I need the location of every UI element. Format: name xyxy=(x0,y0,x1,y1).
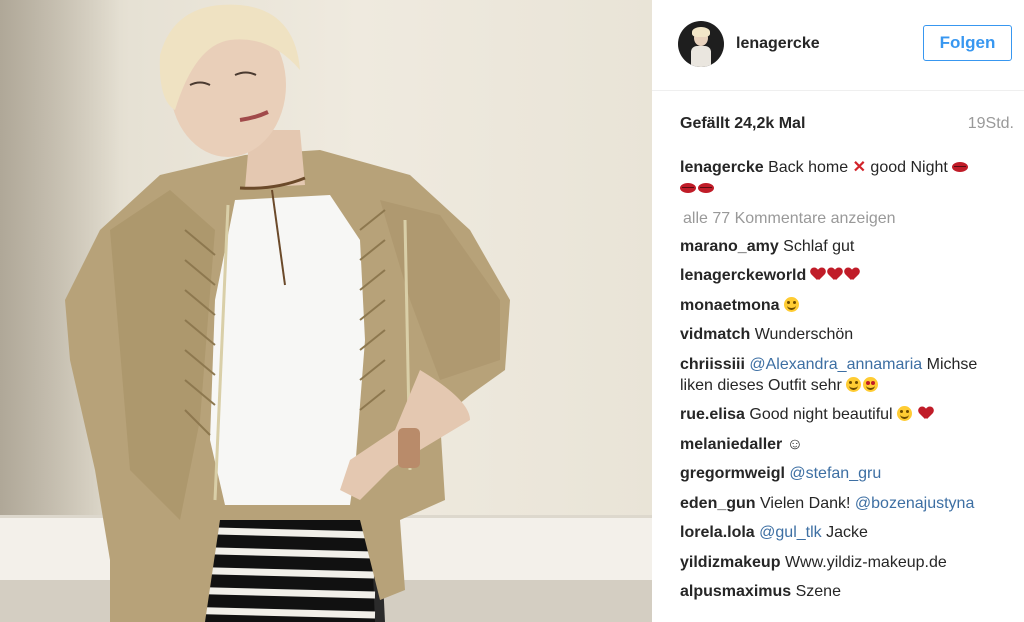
comment-text: Www.yildiz-makeup.de xyxy=(784,553,947,571)
caption-username[interactable]: lenagercke xyxy=(680,159,764,176)
kiss-mark-icon xyxy=(698,183,714,193)
post-sidebar: lenagercke Folgen Gefällt 24,2k Mal 19St… xyxy=(652,0,1024,622)
comment-text: ☺ xyxy=(786,435,804,453)
comment-username[interactable]: chriissiii xyxy=(680,356,745,373)
comment-item: chriissiii @Alexandra_annamaria Michse l… xyxy=(680,354,1014,396)
red-heart-icon xyxy=(845,268,859,281)
post-username[interactable]: lenagercke xyxy=(736,35,820,53)
comment-text: Good night beautiful xyxy=(749,406,893,423)
caption-text-2: good Night xyxy=(870,159,948,176)
view-all-comments-link[interactable]: alle 77 Kommentare anzeigen xyxy=(683,208,1014,229)
avatar-hair xyxy=(692,27,710,37)
comment-item: monaetmona xyxy=(680,295,1014,316)
comment-username[interactable]: vidmatch xyxy=(680,326,750,343)
comment-text: Jacke xyxy=(826,524,868,541)
comment-username[interactable]: lenagerckeworld xyxy=(680,267,806,284)
comment-username[interactable]: melaniedaller xyxy=(680,436,782,453)
comment-item: melaniedaller ☺ xyxy=(680,434,1014,455)
comment-username[interactable]: alpusmaximus xyxy=(680,583,791,600)
caption-text-1: Back home xyxy=(768,159,849,176)
broken-heart-icon xyxy=(919,407,933,420)
post-header: lenagercke Folgen xyxy=(652,0,1024,91)
comment-item: eden_gun Vielen Dank! @bozenajustyna xyxy=(680,493,1014,514)
comment-text: Vielen Dank! xyxy=(760,494,851,512)
red-heart-icon xyxy=(828,268,842,281)
comment-username[interactable]: lorela.lola xyxy=(680,524,755,541)
comment-text: Schlaf gut xyxy=(783,237,855,255)
comment-mention[interactable]: @bozenajustyna xyxy=(855,495,974,512)
comment-username[interactable]: eden_gun xyxy=(680,495,756,512)
post-time[interactable]: 19Std. xyxy=(968,115,1014,133)
kiss-mark-icon xyxy=(680,183,696,193)
comment-username[interactable]: yildizmakeup xyxy=(680,554,780,571)
comment-username[interactable]: marano_amy xyxy=(680,238,779,255)
avatar-body xyxy=(691,46,711,67)
comment-mention[interactable]: @gul_tlk xyxy=(759,524,822,541)
comment-text: Szene xyxy=(795,583,841,600)
caption: lenagercke Back home ✕ good Night xyxy=(680,157,1014,199)
heart-eyes-icon xyxy=(863,376,879,392)
post-photo[interactable] xyxy=(0,0,652,622)
comments-list: lenagercke Back home ✕ good Night alle 7… xyxy=(680,157,1014,611)
comment-item: lenagerckeworld xyxy=(680,265,1014,286)
comment-item: rue.elisa Good night beautiful xyxy=(680,404,1014,425)
person-illustration xyxy=(65,4,510,622)
comment-username[interactable]: monaetmona xyxy=(680,297,780,314)
comment-item: yildizmakeup Www.yildiz-makeup.de xyxy=(680,552,1014,573)
comment-username[interactable]: gregormweigl xyxy=(680,465,785,482)
smiley-icon xyxy=(846,376,862,392)
comment-mention[interactable]: @stefan_gru xyxy=(789,465,881,482)
comment-item: gregormweigl @stefan_gru xyxy=(680,463,1014,484)
avatar[interactable] xyxy=(678,21,724,67)
comment-text: Wunderschön xyxy=(754,326,854,343)
kiss-mark-icon xyxy=(952,162,969,172)
comment-item: alpusmaximus Szene xyxy=(680,581,1014,602)
comment-item: marano_amy Schlaf gut xyxy=(680,236,1014,257)
follow-button[interactable]: Folgen xyxy=(923,25,1012,61)
comment-mention[interactable]: @Alexandra_annamaria xyxy=(749,356,922,373)
smiley-icon xyxy=(897,406,913,421)
likes-count[interactable]: Gefällt 24,2k Mal xyxy=(680,115,805,133)
comment-username[interactable]: rue.elisa xyxy=(680,406,745,423)
red-heart-icon xyxy=(811,268,825,281)
cross-mark-icon: ✕ xyxy=(852,159,866,176)
smiley-icon xyxy=(784,296,800,312)
comment-item: vidmatch Wunderschön xyxy=(680,324,1014,345)
comment-item: lorela.lola @gul_tlk Jacke xyxy=(680,522,1014,543)
